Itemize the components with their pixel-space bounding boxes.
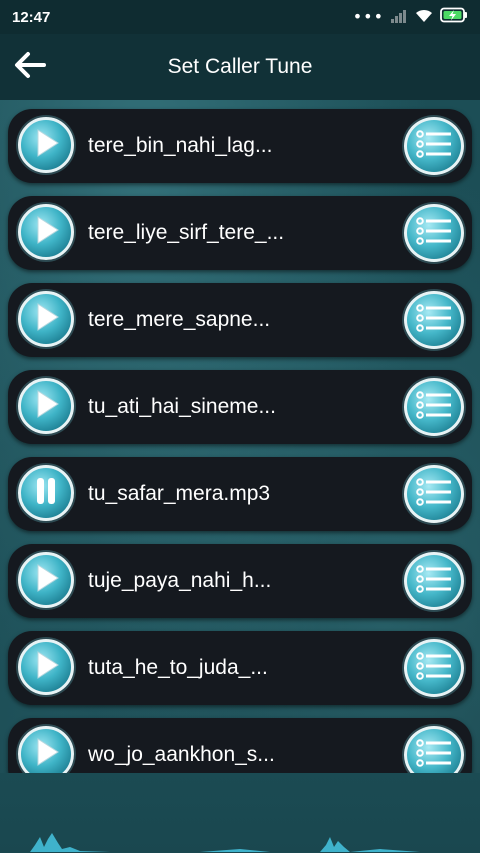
song-options-button[interactable] bbox=[404, 639, 464, 697]
notification-dots: ••• bbox=[352, 7, 384, 26]
song-row[interactable]: tere_mere_sapne... bbox=[8, 283, 472, 357]
play-button[interactable] bbox=[18, 639, 74, 695]
audio-visualizer-area bbox=[0, 773, 480, 853]
app-bar: Set Caller Tune bbox=[0, 34, 480, 100]
play-icon bbox=[32, 650, 60, 684]
song-name: tu_safar_mera.mp3 bbox=[88, 482, 271, 505]
song-options-button[interactable] bbox=[404, 204, 464, 262]
song-row[interactable]: tuje_paya_nahi_h... bbox=[8, 544, 472, 618]
wifi-icon bbox=[414, 8, 434, 27]
play-button[interactable] bbox=[18, 117, 74, 173]
song-options-button[interactable] bbox=[404, 378, 464, 436]
list-icon bbox=[415, 738, 453, 772]
play-button[interactable] bbox=[18, 552, 74, 608]
song-name: tu_ati_hai_sineme... bbox=[88, 395, 276, 418]
list-icon bbox=[415, 477, 453, 511]
song-row[interactable]: tu_ati_hai_sineme... bbox=[8, 370, 472, 444]
song-row[interactable]: tere_bin_nahi_lag... bbox=[8, 109, 472, 183]
list-icon bbox=[415, 651, 453, 685]
list-icon bbox=[415, 129, 453, 163]
back-button[interactable] bbox=[0, 34, 60, 100]
song-row[interactable]: tere_liye_sirf_tere_... bbox=[8, 196, 472, 270]
song-name: tuta_he_to_juda_... bbox=[88, 656, 268, 679]
list-icon bbox=[415, 216, 453, 250]
arrow-left-icon bbox=[13, 51, 47, 83]
signal-icon bbox=[390, 8, 408, 27]
song-name: tere_liye_sirf_tere_... bbox=[88, 221, 285, 244]
song-name: tere_bin_nahi_lag... bbox=[88, 134, 273, 157]
song-options-button[interactable] bbox=[404, 465, 464, 523]
play-button[interactable] bbox=[18, 726, 74, 773]
play-icon bbox=[32, 737, 60, 771]
status-time: 12:47 bbox=[12, 8, 51, 26]
pause-icon bbox=[33, 476, 59, 510]
song-name: tuje_paya_nahi_h... bbox=[88, 569, 272, 592]
play-icon bbox=[32, 389, 60, 423]
song-options-button[interactable] bbox=[404, 117, 464, 175]
play-button[interactable] bbox=[18, 291, 74, 347]
song-name: wo_jo_aankhon_s... bbox=[88, 743, 275, 766]
status-bar: 12:47 ••• bbox=[0, 0, 480, 34]
waveform-icon bbox=[0, 833, 480, 853]
play-icon bbox=[32, 215, 60, 249]
play-icon bbox=[32, 302, 60, 336]
song-row[interactable]: wo_jo_aankhon_s... bbox=[8, 718, 472, 773]
page-title: Set Caller Tune bbox=[167, 55, 313, 78]
song-list[interactable]: tere_bin_nahi_lag... tere_liye_sirf_tere… bbox=[0, 106, 480, 773]
play-icon bbox=[32, 563, 60, 597]
song-options-button[interactable] bbox=[404, 552, 464, 610]
pause-button[interactable] bbox=[18, 465, 74, 521]
play-button[interactable] bbox=[18, 378, 74, 434]
play-icon bbox=[32, 128, 60, 162]
list-icon bbox=[415, 564, 453, 598]
song-row[interactable]: tu_safar_mera.mp3 bbox=[8, 457, 472, 531]
battery-charging-icon bbox=[440, 7, 468, 27]
list-icon bbox=[415, 390, 453, 424]
song-name: tere_mere_sapne... bbox=[88, 308, 271, 331]
song-row[interactable]: tuta_he_to_juda_... bbox=[8, 631, 472, 705]
play-button[interactable] bbox=[18, 204, 74, 260]
status-icons: ••• bbox=[353, 7, 468, 27]
song-options-button[interactable] bbox=[404, 726, 464, 773]
song-options-button[interactable] bbox=[404, 291, 464, 349]
list-icon bbox=[415, 303, 453, 337]
